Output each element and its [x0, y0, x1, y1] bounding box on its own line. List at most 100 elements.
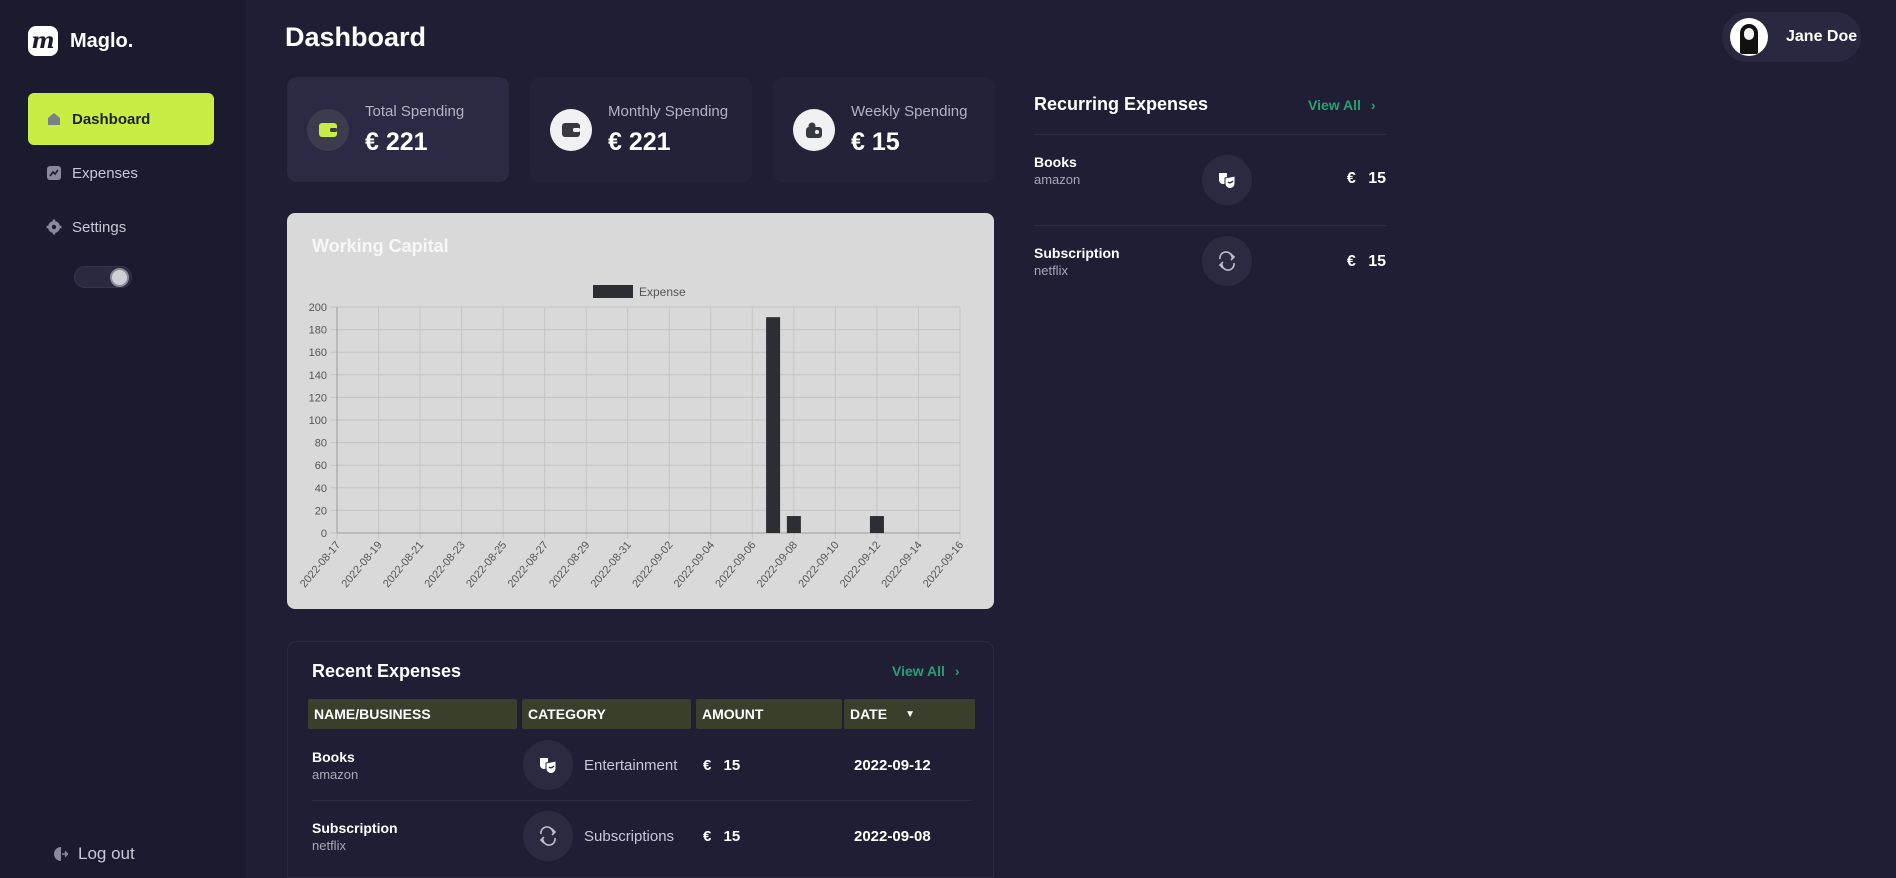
column-header-amount[interactable]: AMOUNT [696, 699, 842, 729]
repeat-icon [523, 811, 573, 861]
sidebar-item-label: Settings [72, 218, 127, 236]
chart-bar [766, 317, 781, 533]
recurring-view-all-link[interactable]: View All › [1308, 97, 1376, 113]
legend-swatch [593, 285, 633, 298]
row-business: amazon [312, 767, 359, 782]
stat-card-total: Total Spending € 221 [287, 77, 509, 182]
recent-expenses-title: Recent Expenses [312, 661, 462, 681]
row-name: Subscription [312, 820, 398, 836]
y-tick-label: 120 [309, 392, 327, 404]
chart-bar [786, 516, 801, 533]
x-tick-label: 2022-09-16 [921, 539, 966, 590]
x-tick-label: 2022-09-10 [796, 539, 841, 590]
x-tick-label: 2022-09-02 [630, 539, 675, 590]
app-logo[interactable]: m Maglo. [28, 26, 133, 56]
amount-value: 15 [723, 828, 741, 845]
x-tick-label: 2022-09-14 [879, 539, 924, 590]
chart-canvas: 0204060801001201401601802002022-08-17202… [298, 285, 966, 590]
row-date: 2022-09-12 [854, 757, 931, 774]
table-row[interactable]: Books amazon [312, 749, 358, 782]
x-tick-label: 2022-09-08 [755, 539, 800, 590]
chevron-right-icon: › [1370, 97, 1376, 113]
home-icon [46, 111, 62, 127]
view-all-label: View All [1308, 97, 1361, 113]
sidebar: m Maglo. Dashboard Expenses Settings Log… [0, 0, 246, 878]
repeat-icon [1202, 236, 1252, 286]
currency-symbol: € [1346, 170, 1356, 187]
y-tick-label: 80 [315, 438, 327, 450]
user-menu[interactable]: Jane Doe [1722, 12, 1861, 62]
recent-view-all-link[interactable]: View All › [892, 663, 960, 679]
x-tick-label: 2022-08-25 [464, 539, 509, 590]
table-row[interactable]: Subscription netflix [312, 820, 398, 853]
stat-value: € 221 [365, 127, 428, 156]
amount-value: 15 [1368, 170, 1386, 187]
row-amount: € 15 [703, 757, 740, 774]
item-amount: € 15 [1347, 170, 1386, 188]
item-business: netflix [1034, 263, 1068, 278]
sidebar-item-label: Dashboard [72, 110, 151, 128]
chevron-right-icon: › [954, 663, 960, 679]
y-tick-label: 140 [309, 370, 327, 382]
x-tick-label: 2022-08-21 [381, 539, 426, 590]
sidebar-item-settings[interactable]: Settings [28, 201, 214, 253]
recurring-item[interactable]: Books amazon € 15 [1034, 135, 1386, 225]
row-date: 2022-09-08 [854, 828, 931, 845]
x-tick-label: 2022-08-27 [506, 539, 551, 590]
column-header-label: DATE [850, 706, 888, 722]
wallet-coins-icon [793, 108, 835, 151]
stat-label: Total Spending [365, 102, 465, 120]
logo-mark-icon: m [28, 26, 58, 56]
row-amount: € 15 [703, 828, 740, 845]
stat-label: Monthly Spending [608, 102, 729, 120]
sidebar-item-expenses[interactable]: Expenses [28, 147, 214, 199]
page-title: Dashboard [285, 22, 427, 52]
toggle-knob [110, 268, 129, 287]
x-tick-label: 2022-08-29 [547, 539, 592, 590]
logout-button[interactable]: Log out [52, 844, 135, 864]
x-tick-label: 2022-09-04 [672, 539, 717, 590]
amount-value: 15 [723, 757, 741, 774]
logout-icon [52, 846, 68, 862]
sidebar-item-label: Expenses [72, 164, 138, 182]
recurring-expenses-title: Recurring Expenses [1034, 94, 1209, 114]
chart-icon [46, 165, 62, 181]
y-tick-label: 20 [315, 505, 327, 517]
column-header-category[interactable]: CATEGORY [522, 699, 691, 729]
x-tick-label: 2022-09-12 [838, 539, 883, 590]
y-tick-label: 160 [309, 347, 327, 359]
row-divider [312, 800, 972, 801]
wallet-icon [307, 108, 349, 151]
view-all-label: View All [892, 663, 945, 679]
stat-value: € 15 [851, 127, 900, 156]
stat-value: € 221 [608, 127, 671, 156]
item-name: Subscription [1034, 245, 1120, 261]
gear-icon [46, 219, 62, 235]
currency-symbol: € [1346, 253, 1356, 270]
working-capital-chart: 0 20 40 60 80 100 120 140 160 180 200 2022-08-17 202… [287, 213, 994, 609]
theater-mask-icon [1202, 155, 1252, 205]
chart-title: Working Capital [312, 236, 449, 256]
x-tick-label: 2022-08-23 [423, 539, 468, 590]
column-header-date[interactable]: DATE ▼ [844, 699, 975, 729]
column-header-name[interactable]: NAME/BUSINESS [308, 699, 517, 729]
user-name: Jane Doe [1786, 28, 1858, 45]
y-tick-label: 40 [315, 483, 327, 495]
wallet-icon [550, 108, 592, 151]
x-tick-label: 2022-08-17 [298, 539, 343, 590]
theme-toggle[interactable] [74, 266, 132, 288]
row-name: Books [312, 749, 355, 765]
theater-mask-icon [523, 740, 573, 790]
item-amount: € 15 [1347, 253, 1386, 271]
row-category: Subscriptions [584, 828, 675, 845]
recurring-item[interactable]: Subscription netflix € 15 [1034, 226, 1386, 316]
item-business: amazon [1034, 172, 1081, 187]
x-tick-label: 2022-09-06 [713, 539, 758, 590]
y-tick-label: 180 [309, 325, 327, 337]
y-tick-label: 0 [321, 528, 327, 540]
x-tick-label: 2022-08-31 [589, 539, 634, 590]
row-category: Entertainment [584, 757, 678, 774]
stat-card-monthly: Monthly Spending € 221 [530, 77, 752, 182]
sidebar-item-dashboard[interactable]: Dashboard [28, 93, 214, 145]
chart-bar [869, 516, 884, 533]
